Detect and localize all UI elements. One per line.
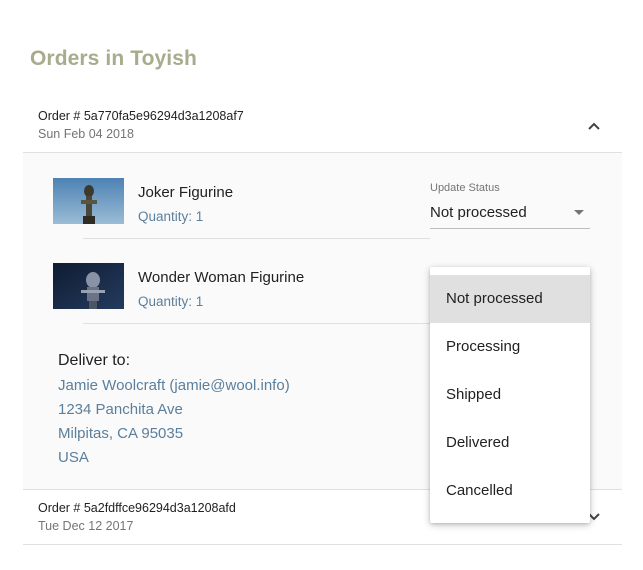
update-status-select[interactable]: Update Status Not processed	[430, 180, 590, 230]
wonder-woman-figurine-thumbnail	[53, 263, 124, 309]
delivery-city: Milpitas, CA 95035	[58, 425, 184, 442]
item-quantity: Quantity: 1	[138, 209, 204, 224]
divider	[83, 238, 430, 239]
select-underline	[430, 228, 590, 229]
order-date: Tue Dec 12 2017	[38, 519, 134, 533]
status-option-delivered[interactable]: Delivered	[430, 419, 590, 467]
status-option-cancelled[interactable]: Cancelled	[430, 467, 590, 515]
deliver-to-heading: Deliver to:	[58, 352, 131, 369]
item-name: Joker Figurine	[138, 184, 234, 201]
divider	[23, 544, 622, 545]
item-name: Wonder Woman Figurine	[138, 269, 305, 286]
status-option-not-processed[interactable]: Not processed	[430, 275, 590, 323]
status-dropdown-menu: Not processed Processing Shipped Deliver…	[430, 267, 590, 523]
dropdown-arrow-icon[interactable]	[574, 210, 584, 215]
order-number: Order # 5a770fa5e96294d3a1208af7	[38, 109, 244, 123]
order-number: Order # 5a2fdffce96294d3a1208afd	[38, 501, 236, 515]
item-quantity: Quantity: 1	[138, 294, 204, 309]
chevron-up-icon[interactable]	[587, 119, 601, 133]
delivery-address: Deliver to: Jamie Woolcraft (jamie@wool.…	[58, 352, 290, 470]
status-option-shipped[interactable]: Shipped	[430, 371, 590, 419]
update-status-value[interactable]: Not processed	[430, 204, 527, 221]
update-status-label: Update Status	[430, 182, 500, 194]
status-option-processing[interactable]: Processing	[430, 323, 590, 371]
divider	[83, 323, 430, 324]
order-date: Sun Feb 04 2018	[38, 127, 134, 141]
delivery-name: Jamie Woolcraft (jamie@wool.info)	[58, 377, 290, 394]
joker-figurine-thumbnail	[53, 178, 124, 224]
page-title: Orders in Toyish	[30, 47, 197, 70]
delivery-street: 1234 Panchita Ave	[58, 401, 183, 418]
delivery-country: USA	[58, 449, 89, 466]
order-header[interactable]: Order # 5a770fa5e96294d3a1208af7 Sun Feb…	[23, 100, 622, 152]
